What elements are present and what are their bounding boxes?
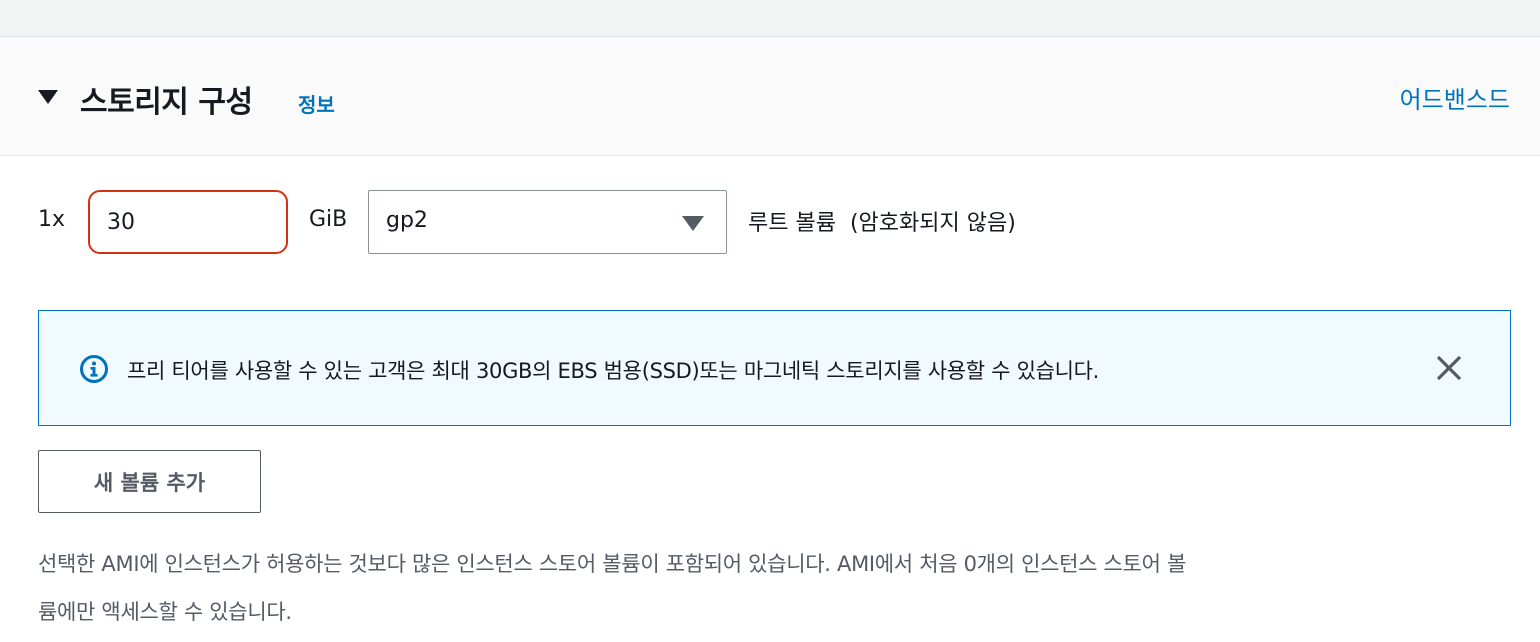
note-line-1: 선택한 AMI에 인스턴스가 허용하는 것보다 많은 인스턴스 스토어 볼륨이 …: [38, 552, 1186, 576]
volume-type-select[interactable]: gp2: [368, 190, 727, 254]
size-unit-label: GiB: [309, 207, 348, 232]
volume-size-input[interactable]: [88, 190, 288, 254]
volume-type-value: gp2: [386, 208, 428, 233]
dropdown-arrow-icon: [682, 216, 704, 231]
root-volume-label: 루트 볼륨 (암호화되지 않음): [748, 211, 1016, 236]
section-title: 스토리지 구성: [80, 85, 253, 120]
instance-store-note: 선택한 AMI에 인스턴스가 허용하는 것보다 많은 인스턴스 스토어 볼륨이 …: [38, 540, 1508, 636]
info-link[interactable]: 정보: [298, 89, 335, 118]
top-strip: [0, 0, 1540, 37]
free-tier-alert: 프리 티어를 사용할 수 있는 고객은 최대 30GB의 EBS 범용(SSD)…: [38, 310, 1511, 426]
section-header: 스토리지 구성 정보 어드밴스드: [0, 37, 1540, 156]
caret-down-icon[interactable]: [38, 90, 58, 104]
advanced-link[interactable]: 어드밴스드: [1400, 80, 1510, 115]
close-icon[interactable]: [1434, 353, 1464, 383]
info-icon: [80, 355, 108, 383]
add-volume-button[interactable]: 새 볼륨 추가: [38, 450, 261, 513]
volume-count-label: 1x: [38, 207, 66, 232]
note-line-2: 륨에만 액세스할 수 있습니다.: [38, 600, 292, 624]
alert-message: 프리 티어를 사용할 수 있는 고객은 최대 30GB의 EBS 범용(SSD)…: [127, 359, 1100, 383]
